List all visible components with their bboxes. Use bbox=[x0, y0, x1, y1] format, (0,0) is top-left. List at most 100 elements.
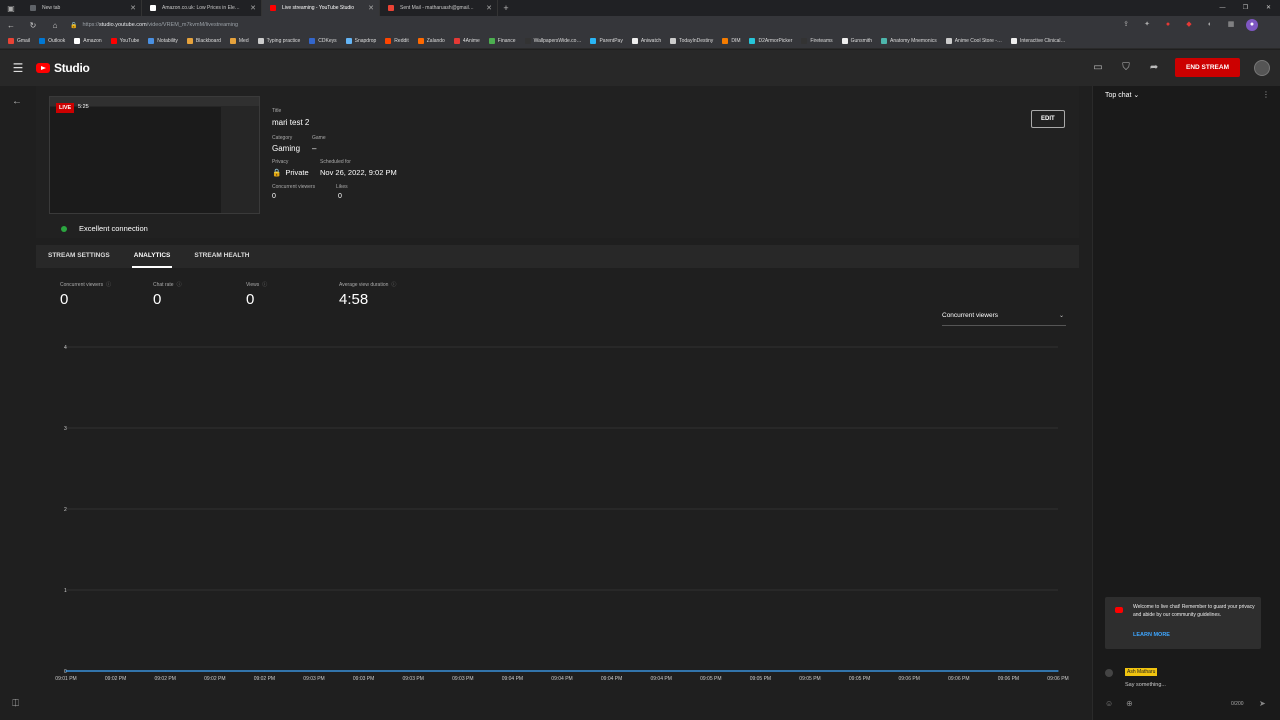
bookmark-favicon-icon bbox=[749, 38, 756, 44]
extensions-puzzle-icon[interactable]: ▦ bbox=[1225, 19, 1237, 31]
emoji-icon[interactable]: ☺ bbox=[1105, 699, 1113, 708]
chat-input[interactable]: Say something... bbox=[1125, 682, 1166, 688]
x-tick-label: 09:02 PM bbox=[105, 676, 126, 682]
browser-tab[interactable]: Live streaming - YouTube Studio ✕ bbox=[262, 0, 380, 16]
privacy-text: Private bbox=[285, 168, 309, 177]
x-tick-label: 09:06 PM bbox=[948, 676, 969, 682]
extension-icon[interactable]: ◆ bbox=[1183, 19, 1195, 31]
feedback-icon[interactable]: ⎅ bbox=[12, 698, 19, 709]
add-icon[interactable]: ⊕ bbox=[1126, 699, 1133, 708]
bookmark-item[interactable]: Aniwatch bbox=[631, 38, 661, 44]
extension-icon[interactable]: ◐ bbox=[1204, 19, 1216, 31]
browser-tab[interactable]: Sent Mail - matharuash@gmail… ✕ bbox=[380, 0, 498, 16]
edit-button[interactable]: EDIT bbox=[1031, 110, 1065, 128]
bookmark-item[interactable]: Outlook bbox=[39, 38, 65, 44]
back-arrow-icon[interactable]: ← bbox=[12, 96, 22, 107]
tab-close-icon[interactable]: ✕ bbox=[130, 4, 136, 12]
close-icon[interactable]: ✕ bbox=[1257, 0, 1280, 16]
new-tab-button[interactable]: + bbox=[498, 3, 514, 13]
tab-close-icon[interactable]: ✕ bbox=[250, 4, 256, 12]
bookmark-item[interactable]: YouTube bbox=[110, 38, 139, 44]
info-icon[interactable]: ⓘ bbox=[391, 281, 396, 288]
metric-selector-dropdown[interactable]: Concurrent viewers ⌄ bbox=[942, 312, 1066, 326]
bookmark-favicon-icon bbox=[186, 38, 193, 44]
end-stream-button[interactable]: END STREAM bbox=[1175, 58, 1240, 77]
bookmark-item[interactable]: Notability bbox=[148, 38, 178, 44]
bookmark-item[interactable]: Zalando bbox=[417, 38, 445, 44]
connection-text: Excellent connection bbox=[79, 224, 148, 233]
bookmark-favicon-icon bbox=[74, 38, 81, 44]
minimize-icon[interactable]: — bbox=[1211, 0, 1234, 16]
x-tick-label: 09:01 PM bbox=[55, 676, 76, 682]
share-icon[interactable]: ⇪ bbox=[1120, 19, 1132, 31]
metric-chat-rate: Chat rate ⓘ 0 bbox=[153, 281, 182, 309]
youtube-logo-icon[interactable] bbox=[36, 63, 50, 73]
info-icon[interactable]: ⓘ bbox=[262, 281, 267, 288]
bookmark-item[interactable]: D2ArmorPicker bbox=[749, 38, 792, 44]
home-icon[interactable]: ⌂ bbox=[44, 21, 66, 30]
bookmark-item[interactable]: Med bbox=[229, 38, 249, 44]
tab-stream-settings[interactable]: STREAM SETTINGS bbox=[36, 245, 122, 268]
popout-icon[interactable]: ▭ bbox=[1091, 62, 1105, 73]
menu-icon[interactable]: ☰ bbox=[0, 61, 36, 75]
bookmark-item[interactable]: Reddit bbox=[385, 38, 409, 44]
browser-tab[interactable]: New tab ✕ bbox=[22, 0, 142, 16]
profile-avatar[interactable]: ● bbox=[1246, 19, 1258, 31]
tab-actions-icon[interactable]: ▣ bbox=[0, 0, 22, 16]
bookmark-label: Outlook bbox=[48, 38, 66, 44]
concurrent-viewers-chart: 0 1 2 3 4 09:01 PM 09:02 PM 09:02 PM 09:02 PM 09:… bbox=[55, 345, 1068, 682]
bookmark-item[interactable]: TodayInDestiny bbox=[670, 38, 713, 44]
bookmark-item[interactable]: DIM bbox=[722, 38, 740, 44]
x-tick-label: 09:04 PM bbox=[650, 676, 671, 682]
extension-icon[interactable]: ● bbox=[1162, 19, 1174, 31]
info-icon[interactable]: ⓘ bbox=[106, 281, 111, 288]
studio-header: ☰ Studio ▭ ⛉ ➦ END STREAM bbox=[0, 50, 1280, 86]
bookmark-favicon-icon bbox=[631, 38, 638, 44]
learn-more-link[interactable]: LEARN MORE bbox=[1133, 632, 1170, 638]
stream-preview[interactable]: LIVE 5:25 bbox=[49, 96, 260, 214]
x-tick-label: 09:06 PM bbox=[998, 676, 1019, 682]
chevron-down-icon: ⌄ bbox=[1058, 313, 1064, 319]
bookmark-item[interactable]: Typing practice bbox=[257, 38, 300, 44]
data-point bbox=[313, 670, 315, 672]
chat-mode-dropdown[interactable]: Top chat ⌄ bbox=[1105, 91, 1139, 99]
send-icon[interactable]: ➤ bbox=[1259, 699, 1266, 708]
bookmark-favicon-icon bbox=[148, 38, 155, 44]
tab-close-icon[interactable]: ✕ bbox=[368, 4, 374, 12]
bookmark-label: Med bbox=[238, 38, 249, 44]
bookmark-item[interactable]: Blackboard bbox=[186, 38, 221, 44]
tab-stream-health[interactable]: STREAM HEALTH bbox=[182, 245, 261, 268]
bookmark-item[interactable]: Gmail bbox=[8, 38, 30, 44]
bookmark-favicon-icon bbox=[309, 38, 316, 44]
bookmark-item[interactable]: 4Anime bbox=[453, 38, 480, 44]
tab-analytics[interactable]: ANALYTICS bbox=[122, 245, 183, 268]
bookmark-item[interactable]: WallpapersWide.co… bbox=[524, 38, 581, 44]
share-icon[interactable]: ➦ bbox=[1147, 62, 1161, 73]
studio-brand[interactable]: Studio bbox=[54, 61, 90, 75]
info-icon[interactable]: ⓘ bbox=[177, 281, 182, 288]
metric-label: Chat rate bbox=[153, 281, 174, 288]
bookmark-item[interactable]: ParentPay bbox=[590, 38, 623, 44]
bookmark-icon[interactable]: ⛉ bbox=[1119, 62, 1133, 73]
bookmark-label: TodayInDestiny bbox=[679, 38, 714, 44]
reload-icon[interactable]: ↻ bbox=[22, 21, 44, 30]
bookmark-item[interactable]: CDKeys bbox=[309, 38, 337, 44]
bookmark-item[interactable]: Snapdrop bbox=[345, 38, 376, 44]
bookmark-item[interactable]: Finance bbox=[488, 38, 516, 44]
avatar[interactable] bbox=[1254, 59, 1270, 76]
more-options-icon[interactable]: ⋮ bbox=[1262, 90, 1270, 99]
extension-icon[interactable]: ✦ bbox=[1141, 19, 1153, 31]
browser-tab[interactable]: Amazon.co.uk: Low Prices in Ele… ✕ bbox=[142, 0, 262, 16]
back-icon[interactable]: ← bbox=[0, 21, 22, 30]
bookmark-item[interactable]: Amazon bbox=[74, 38, 102, 44]
bookmark-item[interactable]: Fireteams bbox=[801, 38, 833, 44]
tab-close-icon[interactable]: ✕ bbox=[486, 4, 492, 12]
data-point bbox=[462, 670, 464, 672]
y-tick-label: 0 bbox=[64, 669, 67, 675]
bookmark-item[interactable]: Anime Cool Store -… bbox=[945, 38, 1002, 44]
restore-icon[interactable]: ❐ bbox=[1234, 0, 1257, 16]
bookmark-item[interactable]: Interactive Clinical… bbox=[1010, 38, 1066, 44]
url-field[interactable]: 🔒 https://studio.youtube.com/video/VREM_… bbox=[70, 22, 238, 29]
bookmark-item[interactable]: Gunsmith bbox=[841, 38, 872, 44]
bookmark-item[interactable]: Anatomy Mnemonics bbox=[881, 38, 937, 44]
